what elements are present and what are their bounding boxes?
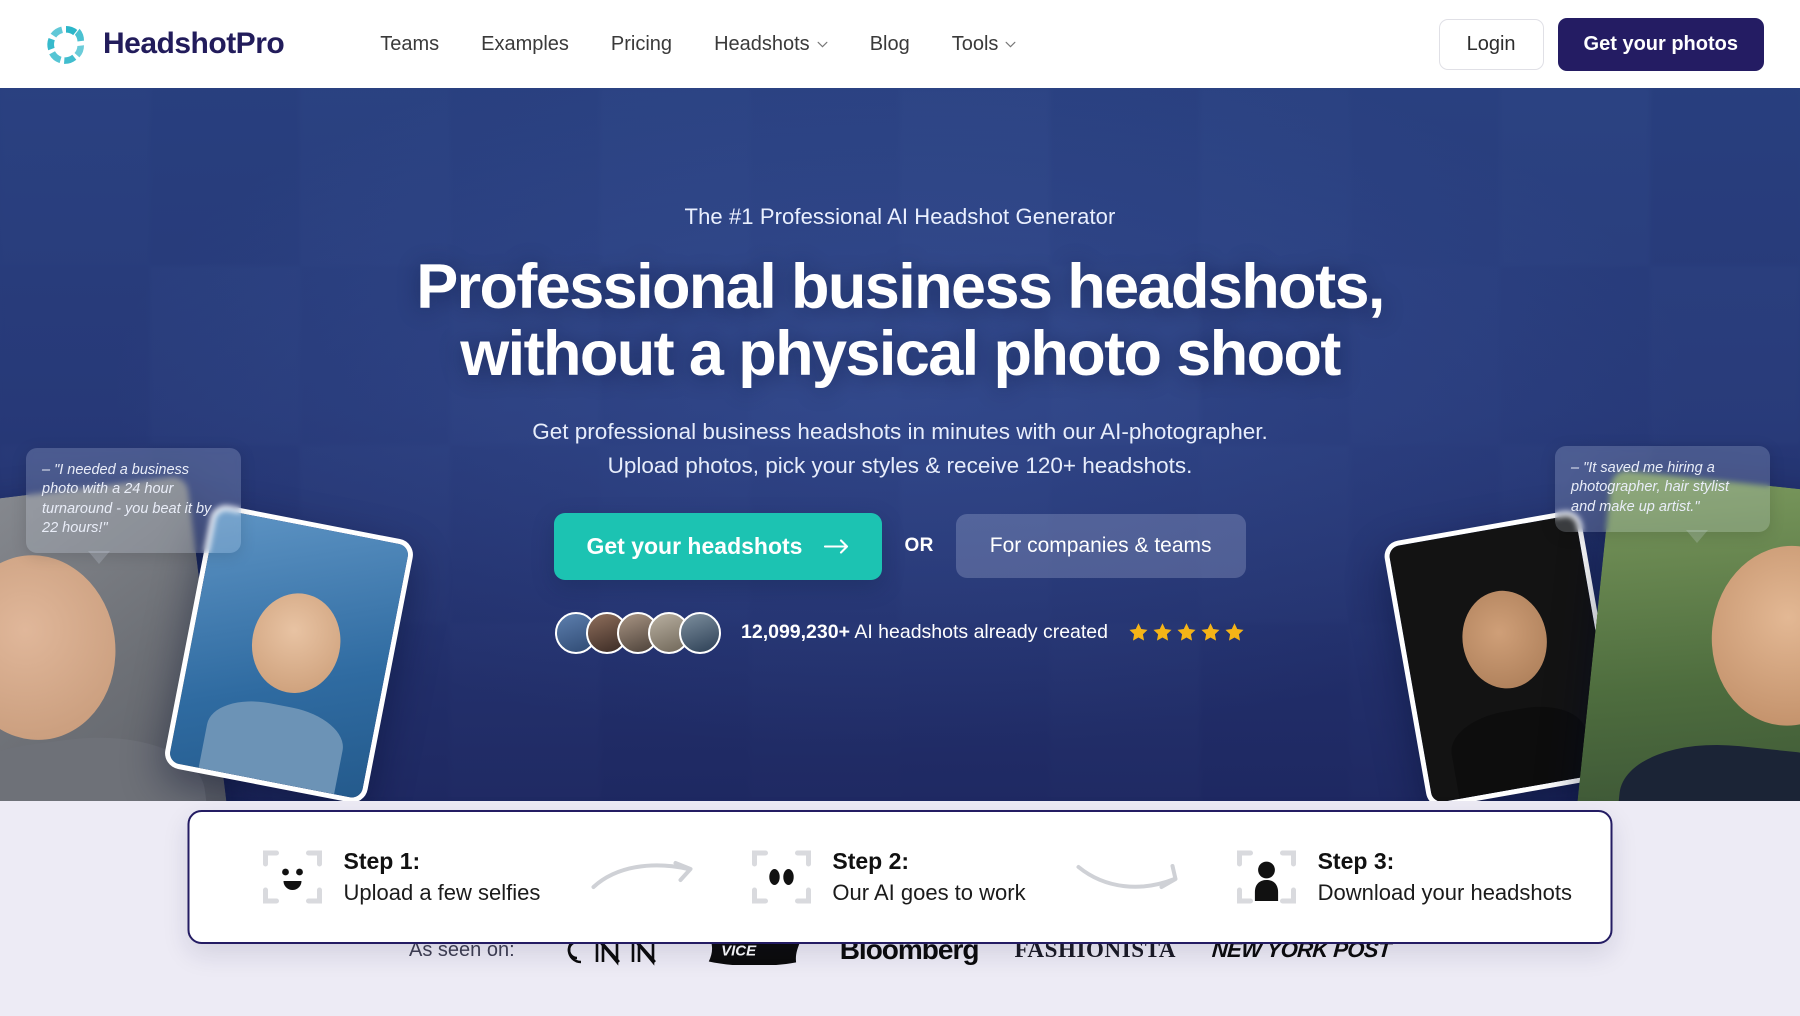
social-proof-row: 12,099,230+ AI headshots already created	[0, 611, 1800, 654]
headshot-count: 12,099,230+	[741, 621, 850, 644]
hero-headline: Professional business headshots, without…	[0, 254, 1800, 388]
primary-nav: Teams Examples Pricing Headshots Blog To…	[380, 33, 1016, 56]
step-1: Step 1: Upload a few selfies	[262, 846, 541, 908]
step-3: Step 3: Download your headshots	[1236, 846, 1572, 908]
nav-item-label: Examples	[481, 32, 569, 55]
nav-item-label: Teams	[380, 32, 440, 55]
face-scan-person-icon	[1237, 850, 1297, 904]
star-icon	[1177, 623, 1196, 641]
hero-section: – "I needed a business photo with a 24 h…	[0, 88, 1800, 801]
step-2: Step 2: Our AI goes to work	[750, 846, 1026, 908]
nav-item-label: Headshots	[714, 32, 810, 55]
nav-actions: Login Get your photos	[1438, 17, 1764, 71]
brand-name: HeadshotPro	[103, 27, 285, 60]
arrow-curve-icon	[591, 861, 693, 889]
face-scan-smile-icon	[263, 850, 322, 904]
headshotpro-petal-logo-icon	[44, 22, 88, 66]
avatar	[679, 611, 721, 654]
step-2-text: Step 2: Our AI goes to work	[832, 847, 1025, 907]
svg-text:VICE: VICE	[721, 942, 757, 959]
subheadline-line-2: Upload photos, pick your styles & receiv…	[607, 452, 1193, 478]
star-icon	[1225, 623, 1244, 641]
headshot-count-label: AI headshots already created	[854, 621, 1108, 644]
cta-primary-label: Get your headshots	[586, 532, 803, 559]
landing-page: HeadshotPro Teams Examples Pricing Heads…	[0, 0, 1800, 1016]
step-3-description: Download your headshots	[1317, 879, 1572, 905]
hero-content: The #1 Professional AI Headshot Generato…	[0, 88, 1800, 654]
subheadline-line-1: Get professional business headshots in m…	[532, 418, 1268, 444]
star-icon	[1201, 623, 1220, 641]
step-1-text: Step 1: Upload a few selfies	[344, 847, 541, 907]
step-2-title: Step 2:	[832, 847, 910, 874]
step-2-description: Our AI goes to work	[832, 879, 1026, 905]
headshot-count-text: 12,099,230+ AI headshots already created	[741, 621, 1108, 644]
nav-item-teams[interactable]: Teams	[380, 33, 439, 56]
brand-logo[interactable]: HeadshotPro	[44, 22, 285, 66]
top-navbar: HeadshotPro Teams Examples Pricing Heads…	[0, 0, 1800, 88]
nav-item-blog[interactable]: Blog	[870, 33, 910, 56]
rating-stars	[1128, 622, 1245, 643]
star-icon	[1129, 623, 1148, 641]
avatar-stack	[555, 611, 721, 654]
chevron-down-icon	[1005, 41, 1016, 47]
face-scan-eyes-icon	[751, 850, 811, 904]
nav-item-label: Pricing	[610, 32, 673, 55]
nav-item-label: Blog	[869, 32, 910, 55]
get-your-headshots-button[interactable]: Get your headshots	[554, 512, 883, 580]
steps-card: Step 1: Upload a few selfies Step 2: Our…	[187, 810, 1613, 944]
nav-item-tools[interactable]: Tools	[952, 33, 1017, 56]
for-companies-teams-button[interactable]: For companies & teams	[955, 514, 1246, 579]
step-3-title: Step 3:	[1317, 847, 1395, 874]
step-3-text: Step 3: Download your headshots	[1318, 847, 1572, 907]
cta-or-label: OR	[904, 535, 934, 557]
headline-line-1: Professional business headshots,	[416, 252, 1385, 322]
hero-eyebrow: The #1 Professional AI Headshot Generato…	[684, 204, 1116, 229]
arrow-right-icon	[824, 539, 849, 554]
arrow-curve-icon	[1076, 864, 1178, 889]
chevron-down-icon	[817, 41, 828, 47]
login-button[interactable]: Login	[1438, 18, 1544, 70]
nav-item-label: Tools	[951, 32, 999, 55]
star-icon	[1153, 623, 1172, 641]
get-your-photos-button[interactable]: Get your photos	[1557, 17, 1764, 71]
nav-item-headshots[interactable]: Headshots	[714, 33, 828, 56]
nav-item-examples[interactable]: Examples	[481, 33, 569, 56]
nav-item-pricing[interactable]: Pricing	[611, 33, 672, 56]
step-1-description: Upload a few selfies	[343, 879, 541, 905]
headline-line-2: without a physical photo shoot	[460, 318, 1341, 389]
hero-cta-row: Get your headshots OR For companies & te…	[0, 512, 1800, 580]
step-1-title: Step 1:	[343, 847, 421, 874]
hero-subheadline: Get professional business headshots in m…	[0, 415, 1800, 483]
